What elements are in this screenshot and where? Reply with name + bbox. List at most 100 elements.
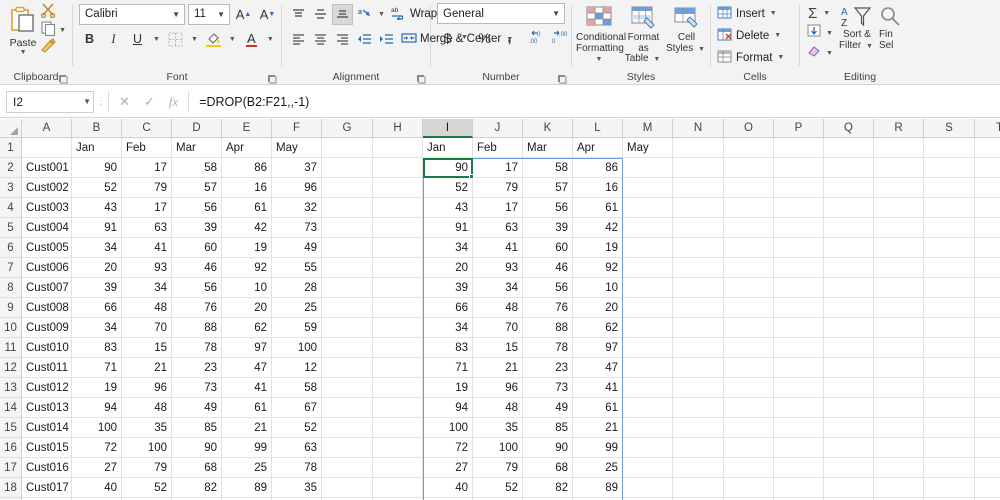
row-header-11[interactable]: 11 xyxy=(0,338,22,358)
cell-A17[interactable]: Cust016 xyxy=(22,458,72,478)
comma-style-button[interactable]: , xyxy=(499,27,520,48)
cell-E18[interactable]: 89 xyxy=(222,478,272,498)
find-select-button[interactable]: Fin Sel xyxy=(879,2,909,51)
cell-C2[interactable]: 17 xyxy=(122,158,172,178)
cell-D4[interactable]: 56 xyxy=(172,198,222,218)
chevron-down-icon[interactable]: ▼ xyxy=(265,36,276,43)
cell-A4[interactable]: Cust003 xyxy=(22,198,72,218)
cancel-icon[interactable]: ✕ xyxy=(119,94,130,110)
cell-P18[interactable] xyxy=(774,478,824,498)
cell-R18[interactable] xyxy=(874,478,924,498)
cell-R16[interactable] xyxy=(874,438,924,458)
cell-T2[interactable] xyxy=(975,158,1000,178)
row-header-8[interactable]: 8 xyxy=(0,278,22,298)
cell-R14[interactable] xyxy=(874,398,924,418)
cell-I8[interactable]: 39 xyxy=(423,278,473,298)
cell-N15[interactable] xyxy=(673,418,724,438)
chevron-down-icon[interactable]: ▼ xyxy=(696,46,707,53)
chevron-down-icon[interactable]: ▼ xyxy=(824,30,835,37)
row-header-9[interactable]: 9 xyxy=(0,298,22,318)
row-header-3[interactable]: 3 xyxy=(0,178,22,198)
cell-T10[interactable] xyxy=(975,318,1000,338)
cell-P16[interactable] xyxy=(774,438,824,458)
column-header-g[interactable]: G xyxy=(322,119,373,138)
cell-A13[interactable]: Cust012 xyxy=(22,378,72,398)
cell-F11[interactable]: 100 xyxy=(272,338,322,358)
cell-B3[interactable]: 52 xyxy=(72,178,122,198)
cell-Q7[interactable] xyxy=(824,258,874,278)
cell-N5[interactable] xyxy=(673,218,724,238)
cell-B18[interactable]: 40 xyxy=(72,478,122,498)
cell-K10[interactable]: 88 xyxy=(523,318,573,338)
cell-H17[interactable] xyxy=(373,458,423,478)
cell-I1[interactable]: Jan xyxy=(423,138,473,158)
cell-T14[interactable] xyxy=(975,398,1000,418)
cell-G9[interactable] xyxy=(322,298,373,318)
cell-P8[interactable] xyxy=(774,278,824,298)
cell-F6[interactable]: 49 xyxy=(272,238,322,258)
row-header-15[interactable]: 15 xyxy=(0,418,22,438)
cell-I13[interactable]: 19 xyxy=(423,378,473,398)
cell-K11[interactable]: 78 xyxy=(523,338,573,358)
cell-M6[interactable] xyxy=(623,238,673,258)
shrink-font-button[interactable]: A ▼ xyxy=(257,4,278,25)
cell-K13[interactable]: 73 xyxy=(523,378,573,398)
cell-A14[interactable]: Cust013 xyxy=(22,398,72,418)
increase-decimal-button[interactable]: 0 .00 xyxy=(527,27,548,48)
font-color-button[interactable]: A xyxy=(241,29,262,50)
cell-A18[interactable]: Cust017 xyxy=(22,478,72,498)
cell-C3[interactable]: 79 xyxy=(122,178,172,198)
cell-O17[interactable] xyxy=(724,458,774,478)
cell-A1[interactable] xyxy=(22,138,72,158)
column-header-j[interactable]: J xyxy=(473,119,523,138)
cell-L4[interactable]: 61 xyxy=(573,198,623,218)
cell-E10[interactable]: 62 xyxy=(222,318,272,338)
cell-Q4[interactable] xyxy=(824,198,874,218)
cell-H7[interactable] xyxy=(373,258,423,278)
cell-I11[interactable]: 83 xyxy=(423,338,473,358)
cell-G1[interactable] xyxy=(322,138,373,158)
cell-I18[interactable]: 40 xyxy=(423,478,473,498)
cell-E4[interactable]: 61 xyxy=(222,198,272,218)
cell-N6[interactable] xyxy=(673,238,724,258)
cell-O12[interactable] xyxy=(724,358,774,378)
column-header-c[interactable]: C xyxy=(122,119,172,138)
cell-I15[interactable]: 100 xyxy=(423,418,473,438)
cell-J3[interactable]: 79 xyxy=(473,178,523,198)
cell-M5[interactable] xyxy=(623,218,673,238)
column-header-h[interactable]: H xyxy=(373,119,423,138)
cell-F18[interactable]: 35 xyxy=(272,478,322,498)
cell-L3[interactable]: 16 xyxy=(573,178,623,198)
column-header-f[interactable]: F xyxy=(272,119,322,138)
underline-button[interactable]: U xyxy=(127,29,148,50)
cell-P12[interactable] xyxy=(774,358,824,378)
cell-B12[interactable]: 71 xyxy=(72,358,122,378)
cell-S14[interactable] xyxy=(924,398,975,418)
cell-Q5[interactable] xyxy=(824,218,874,238)
cell-A11[interactable]: Cust010 xyxy=(22,338,72,358)
cell-J11[interactable]: 15 xyxy=(473,338,523,358)
cell-I17[interactable]: 27 xyxy=(423,458,473,478)
cell-T1[interactable] xyxy=(975,138,1000,158)
name-box[interactable]: I2 ▼ xyxy=(6,90,94,113)
cell-C1[interactable]: Feb xyxy=(122,138,172,158)
cell-P10[interactable] xyxy=(774,318,824,338)
cell-Q13[interactable] xyxy=(824,378,874,398)
cell-F5[interactable]: 73 xyxy=(272,218,322,238)
cell-Q1[interactable] xyxy=(824,138,874,158)
cell-D7[interactable]: 46 xyxy=(172,258,222,278)
cell-E11[interactable]: 97 xyxy=(222,338,272,358)
cell-T4[interactable] xyxy=(975,198,1000,218)
cell-P14[interactable] xyxy=(774,398,824,418)
cell-C18[interactable]: 52 xyxy=(122,478,172,498)
cell-C4[interactable]: 17 xyxy=(122,198,172,218)
cell-Q11[interactable] xyxy=(824,338,874,358)
cell-R8[interactable] xyxy=(874,278,924,298)
cell-I4[interactable]: 43 xyxy=(423,198,473,218)
cell-N14[interactable] xyxy=(673,398,724,418)
cell-J16[interactable]: 100 xyxy=(473,438,523,458)
cell-T9[interactable] xyxy=(975,298,1000,318)
cell-L6[interactable]: 19 xyxy=(573,238,623,258)
cell-S9[interactable] xyxy=(924,298,975,318)
cell-D14[interactable]: 49 xyxy=(172,398,222,418)
